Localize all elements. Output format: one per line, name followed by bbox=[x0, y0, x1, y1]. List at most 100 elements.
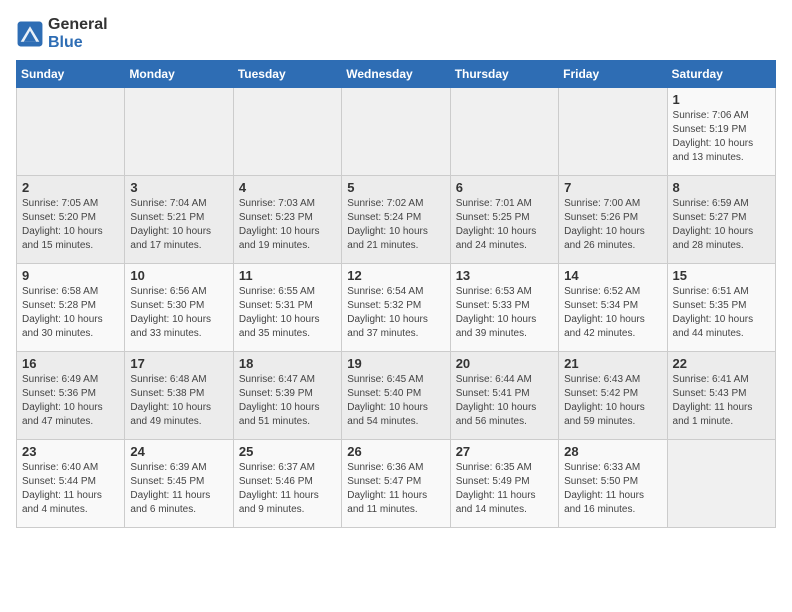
calendar-week-row: 23 Sunrise: 6:40 AM Sunset: 5:44 PM Dayli… bbox=[17, 440, 776, 528]
day-detail: Sunrise: 7:03 AM Sunset: 5:23 PM Dayligh… bbox=[239, 197, 336, 253]
calendar-cell bbox=[233, 88, 341, 176]
calendar-cell: 7 Sunrise: 7:00 AM Sunset: 5:26 PM Daylig… bbox=[559, 176, 667, 264]
day-detail: Sunrise: 6:45 AM Sunset: 5:40 PM Dayligh… bbox=[347, 373, 444, 429]
day-number: 2 bbox=[22, 180, 119, 195]
calendar-cell: 26 Sunrise: 6:36 AM Sunset: 5:47 PM Dayli… bbox=[342, 440, 450, 528]
logo-icon bbox=[16, 20, 44, 48]
calendar-cell bbox=[125, 88, 233, 176]
weekday-header-wednesday: Wednesday bbox=[342, 61, 450, 88]
day-number: 15 bbox=[673, 268, 770, 283]
day-number: 12 bbox=[347, 268, 444, 283]
day-detail: Sunrise: 7:04 AM Sunset: 5:21 PM Dayligh… bbox=[130, 197, 227, 253]
day-detail: Sunrise: 6:51 AM Sunset: 5:35 PM Dayligh… bbox=[673, 285, 770, 341]
calendar-week-row: 9 Sunrise: 6:58 AM Sunset: 5:28 PM Daylig… bbox=[17, 264, 776, 352]
calendar-cell: 18Sunrise: 6:47 AM Sunset: 5:39 PM Dayli… bbox=[233, 352, 341, 440]
day-detail: Sunrise: 6:36 AM Sunset: 5:47 PM Dayligh… bbox=[347, 461, 444, 517]
calendar-cell: 25Sunrise: 6:37 AM Sunset: 5:46 PM Dayli… bbox=[233, 440, 341, 528]
calendar-cell bbox=[450, 88, 558, 176]
calendar-cell: 23 Sunrise: 6:40 AM Sunset: 5:44 PM Dayli… bbox=[17, 440, 125, 528]
calendar-cell bbox=[342, 88, 450, 176]
calendar-cell: 2 Sunrise: 7:05 AM Sunset: 5:20 PM Daylig… bbox=[17, 176, 125, 264]
weekday-header-monday: Monday bbox=[125, 61, 233, 88]
day-number: 11 bbox=[239, 268, 336, 283]
day-detail: Sunrise: 7:01 AM Sunset: 5:25 PM Dayligh… bbox=[456, 197, 553, 253]
day-detail: Sunrise: 6:44 AM Sunset: 5:41 PM Dayligh… bbox=[456, 373, 553, 429]
day-number: 8 bbox=[673, 180, 770, 195]
day-detail: Sunrise: 6:54 AM Sunset: 5:32 PM Dayligh… bbox=[347, 285, 444, 341]
day-detail: Sunrise: 6:49 AM Sunset: 5:36 PM Dayligh… bbox=[22, 373, 119, 429]
day-number: 5 bbox=[347, 180, 444, 195]
calendar-cell: 20 Sunrise: 6:44 AM Sunset: 5:41 PM Dayli… bbox=[450, 352, 558, 440]
day-detail: Sunrise: 6:40 AM Sunset: 5:44 PM Dayligh… bbox=[22, 461, 119, 517]
calendar-cell: 1 Sunrise: 7:06 AM Sunset: 5:19 PM Daylig… bbox=[667, 88, 775, 176]
calendar-cell: 24Sunrise: 6:39 AM Sunset: 5:45 PM Dayli… bbox=[125, 440, 233, 528]
calendar-cell: 11Sunrise: 6:55 AM Sunset: 5:31 PM Dayli… bbox=[233, 264, 341, 352]
day-detail: Sunrise: 7:02 AM Sunset: 5:24 PM Dayligh… bbox=[347, 197, 444, 253]
calendar-cell: 9 Sunrise: 6:58 AM Sunset: 5:28 PM Daylig… bbox=[17, 264, 125, 352]
day-number: 20 bbox=[456, 356, 553, 371]
day-detail: Sunrise: 6:59 AM Sunset: 5:27 PM Dayligh… bbox=[673, 197, 770, 253]
day-number: 25 bbox=[239, 444, 336, 459]
day-number: 16 bbox=[22, 356, 119, 371]
page-header: General Blue bbox=[16, 16, 776, 52]
day-number: 10 bbox=[130, 268, 227, 283]
logo: General Blue bbox=[16, 16, 108, 52]
calendar-week-row: 1 Sunrise: 7:06 AM Sunset: 5:19 PM Daylig… bbox=[17, 88, 776, 176]
day-detail: Sunrise: 7:00 AM Sunset: 5:26 PM Dayligh… bbox=[564, 197, 661, 253]
day-detail: Sunrise: 6:35 AM Sunset: 5:49 PM Dayligh… bbox=[456, 461, 553, 517]
day-detail: Sunrise: 6:52 AM Sunset: 5:34 PM Dayligh… bbox=[564, 285, 661, 341]
calendar-week-row: 2 Sunrise: 7:05 AM Sunset: 5:20 PM Daylig… bbox=[17, 176, 776, 264]
day-number: 18 bbox=[239, 356, 336, 371]
calendar-cell: 21 Sunrise: 6:43 AM Sunset: 5:42 PM Dayli… bbox=[559, 352, 667, 440]
day-detail: Sunrise: 6:39 AM Sunset: 5:45 PM Dayligh… bbox=[130, 461, 227, 517]
weekday-header-tuesday: Tuesday bbox=[233, 61, 341, 88]
day-number: 9 bbox=[22, 268, 119, 283]
day-number: 21 bbox=[564, 356, 661, 371]
day-number: 4 bbox=[239, 180, 336, 195]
calendar-cell: 19 Sunrise: 6:45 AM Sunset: 5:40 PM Dayli… bbox=[342, 352, 450, 440]
calendar-cell: 5 Sunrise: 7:02 AM Sunset: 5:24 PM Daylig… bbox=[342, 176, 450, 264]
day-number: 7 bbox=[564, 180, 661, 195]
calendar-cell: 15 Sunrise: 6:51 AM Sunset: 5:35 PM Dayli… bbox=[667, 264, 775, 352]
day-number: 23 bbox=[22, 444, 119, 459]
day-number: 22 bbox=[673, 356, 770, 371]
weekday-header-saturday: Saturday bbox=[667, 61, 775, 88]
calendar-cell: 16 Sunrise: 6:49 AM Sunset: 5:36 PM Dayli… bbox=[17, 352, 125, 440]
day-detail: Sunrise: 7:05 AM Sunset: 5:20 PM Dayligh… bbox=[22, 197, 119, 253]
day-detail: Sunrise: 6:33 AM Sunset: 5:50 PM Dayligh… bbox=[564, 461, 661, 517]
calendar-cell bbox=[667, 440, 775, 528]
weekday-header-friday: Friday bbox=[559, 61, 667, 88]
day-detail: Sunrise: 7:06 AM Sunset: 5:19 PM Dayligh… bbox=[673, 109, 770, 165]
calendar-cell: 14 Sunrise: 6:52 AM Sunset: 5:34 PM Dayli… bbox=[559, 264, 667, 352]
calendar-cell: 10 Sunrise: 6:56 AM Sunset: 5:30 PM Dayli… bbox=[125, 264, 233, 352]
calendar-cell: 22Sunrise: 6:41 AM Sunset: 5:43 PM Dayli… bbox=[667, 352, 775, 440]
day-detail: Sunrise: 6:58 AM Sunset: 5:28 PM Dayligh… bbox=[22, 285, 119, 341]
day-number: 17 bbox=[130, 356, 227, 371]
day-number: 6 bbox=[456, 180, 553, 195]
day-detail: Sunrise: 6:53 AM Sunset: 5:33 PM Dayligh… bbox=[456, 285, 553, 341]
calendar-cell: 6 Sunrise: 7:01 AM Sunset: 5:25 PM Daylig… bbox=[450, 176, 558, 264]
day-number: 19 bbox=[347, 356, 444, 371]
day-detail: Sunrise: 6:43 AM Sunset: 5:42 PM Dayligh… bbox=[564, 373, 661, 429]
weekday-header-thursday: Thursday bbox=[450, 61, 558, 88]
calendar-cell: 13Sunrise: 6:53 AM Sunset: 5:33 PM Dayli… bbox=[450, 264, 558, 352]
day-number: 27 bbox=[456, 444, 553, 459]
calendar-cell: 27 Sunrise: 6:35 AM Sunset: 5:49 PM Dayli… bbox=[450, 440, 558, 528]
weekday-header-sunday: Sunday bbox=[17, 61, 125, 88]
calendar-cell: 4 Sunrise: 7:03 AM Sunset: 5:23 PM Daylig… bbox=[233, 176, 341, 264]
day-number: 26 bbox=[347, 444, 444, 459]
calendar-table: SundayMondayTuesdayWednesdayThursdayFrid… bbox=[16, 60, 776, 528]
day-number: 3 bbox=[130, 180, 227, 195]
calendar-cell bbox=[559, 88, 667, 176]
day-number: 1 bbox=[673, 92, 770, 107]
calendar-cell: 17 Sunrise: 6:48 AM Sunset: 5:38 PM Dayli… bbox=[125, 352, 233, 440]
weekday-header-row: SundayMondayTuesdayWednesdayThursdayFrid… bbox=[17, 61, 776, 88]
logo-text: General Blue bbox=[48, 16, 108, 52]
calendar-cell: 28Sunrise: 6:33 AM Sunset: 5:50 PM Dayli… bbox=[559, 440, 667, 528]
day-number: 14 bbox=[564, 268, 661, 283]
calendar-cell bbox=[17, 88, 125, 176]
day-detail: Sunrise: 6:56 AM Sunset: 5:30 PM Dayligh… bbox=[130, 285, 227, 341]
calendar-cell: 3 Sunrise: 7:04 AM Sunset: 5:21 PM Daylig… bbox=[125, 176, 233, 264]
day-detail: Sunrise: 6:48 AM Sunset: 5:38 PM Dayligh… bbox=[130, 373, 227, 429]
calendar-cell: 8 Sunrise: 6:59 AM Sunset: 5:27 PM Daylig… bbox=[667, 176, 775, 264]
